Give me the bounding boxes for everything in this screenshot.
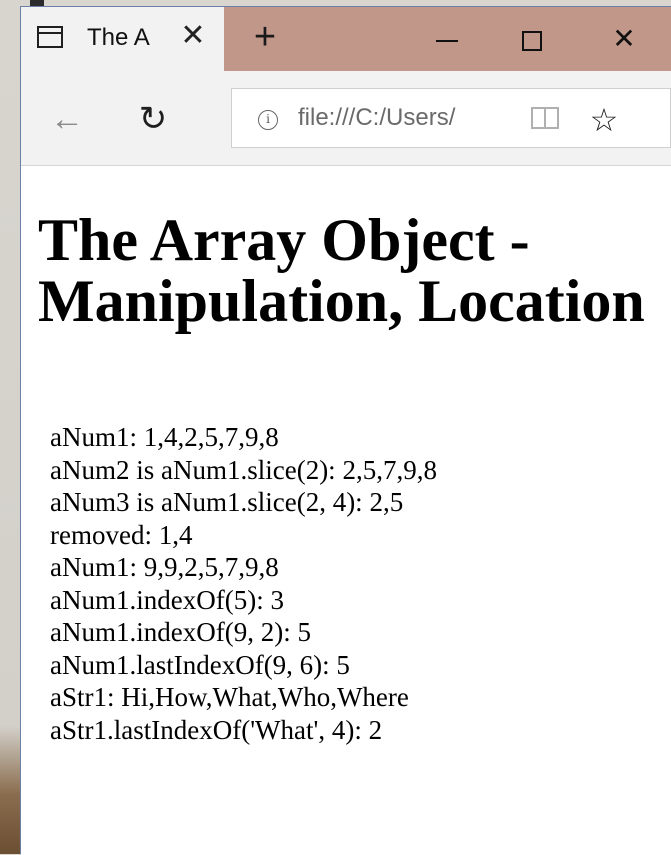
address-url[interactable]: file:///C:/Users/ [298, 103, 513, 133]
favorite-star-icon[interactable]: ☆ [584, 100, 624, 140]
desktop-background [0, 0, 20, 854]
window-close-button[interactable]: ✕ [602, 19, 646, 59]
page-title-line-1: The Array Object - [38, 207, 530, 273]
page-content: The Array Object - Manipulation, Locatio… [21, 166, 671, 855]
output-line: aNum1.lastIndexOf(9, 6): 5 [50, 649, 350, 680]
browser-tab[interactable]: The A ✕ [21, 7, 224, 71]
tab-page-icon [37, 26, 63, 48]
navigation-bar: ← ↻ i file:///C:/Users/ ☆ [21, 71, 671, 166]
reading-view-icon[interactable] [531, 107, 559, 129]
minimize-button[interactable] [425, 19, 469, 59]
output-line: aStr1.lastIndexOf('What', 4): 2 [50, 714, 383, 745]
info-icon[interactable]: i [258, 110, 278, 130]
tab-title: The A [87, 24, 150, 51]
back-arrow-icon[interactable]: ← [47, 99, 87, 139]
maximize-button[interactable] [510, 19, 554, 59]
output-line: aNum1.indexOf(5): 3 [50, 584, 284, 615]
browser-window: The A ✕ + ✕ ← ↻ i file:///C:/Users/ ☆ Th… [20, 6, 671, 855]
output-line: aNum1.indexOf(9, 2): 5 [50, 617, 311, 647]
title-bar: The A ✕ + ✕ [21, 7, 671, 71]
output-line: aNum2 is aNum1.slice(2): 2,5,7,9,8 [50, 454, 437, 485]
close-icon[interactable]: ✕ [176, 19, 210, 53]
output-line: aStr1: Hi,How,What,Who,Where [50, 682, 409, 712]
output-list: aNum1: 1,4,2,5,7,9,8 aNum2 is aNum1.slic… [50, 421, 437, 746]
address-bar[interactable]: i file:///C:/Users/ ☆ [231, 88, 671, 148]
maximize-icon [522, 30, 542, 51]
page-title: The Array Object - Manipulation, Locatio… [38, 210, 671, 332]
output-line: aNum3 is aNum1.slice(2, 4): 2,5 [50, 487, 404, 517]
minimize-icon [436, 39, 458, 42]
output-line: aNum1: 1,4,2,5,7,9,8 [50, 422, 279, 452]
plus-icon[interactable]: + [247, 18, 283, 56]
output-line: aNum1: 9,9,2,5,7,9,8 [50, 552, 279, 582]
output-line: removed: 1,4 [50, 519, 193, 550]
page-title-line-2: Manipulation, Location [38, 268, 645, 334]
refresh-icon[interactable]: ↻ [133, 99, 173, 139]
